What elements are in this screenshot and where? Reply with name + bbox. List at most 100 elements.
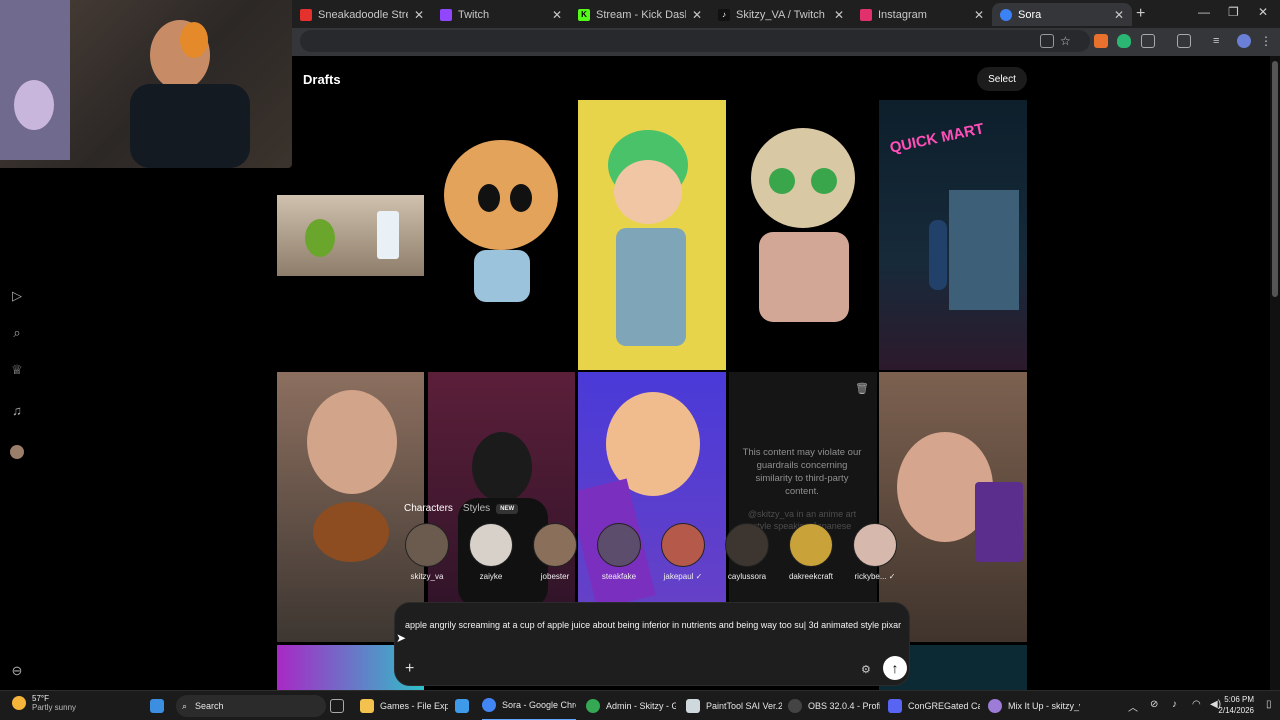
- instagram-icon: [860, 8, 872, 21]
- clock-time: 5:06 PM: [1224, 695, 1254, 704]
- man-face: [307, 390, 397, 494]
- tab-twitch[interactable]: Twitch ✕: [432, 3, 570, 26]
- weather-widget[interactable]: 57°F Partly sunny: [12, 694, 76, 712]
- page-title: Drafts: [303, 72, 341, 87]
- taskbar-app-discord[interactable]: ConGREGated Cast: [888, 691, 980, 720]
- quick-mart-neon-sign: QUICK MART: [888, 120, 986, 157]
- notifications-bell-icon[interactable]: ♫: [10, 404, 24, 418]
- close-window-button[interactable]: ✕: [1258, 5, 1268, 19]
- search-icon[interactable]: ⌕: [10, 326, 24, 340]
- network-off-icon[interactable]: ⊘: [1150, 699, 1158, 710]
- character-name: dakreekcraft: [788, 572, 834, 581]
- prompt-composer: apple angrily screaming at a cup of appl…: [394, 602, 910, 686]
- close-tab-icon[interactable]: ✕: [414, 8, 424, 22]
- microphone-icon[interactable]: ♪: [1172, 699, 1177, 710]
- tab-instagram[interactable]: Instagram ✕: [852, 3, 992, 26]
- new-tab-button[interactable]: +: [1136, 5, 1145, 23]
- taskbar-app-photos[interactable]: [455, 691, 471, 720]
- menu-kebab-icon[interactable]: ⋮: [1260, 34, 1274, 48]
- extension-icon[interactable]: [1094, 34, 1108, 48]
- notification-icon[interactable]: ▯: [1266, 699, 1272, 710]
- minimize-button[interactable]: —: [1198, 5, 1210, 19]
- photos-icon: [455, 699, 469, 713]
- draft-video-quick-mart[interactable]: QUICK MART: [879, 100, 1027, 370]
- character-avatar: [789, 523, 833, 567]
- character-name: rickybe... ✓: [845, 572, 905, 581]
- close-tab-icon[interactable]: ✕: [1114, 8, 1124, 22]
- tab-sora[interactable]: Sora ✕: [992, 3, 1132, 26]
- taskbar-app-mixitup[interactable]: Mix It Up - skitzy_v: [988, 691, 1080, 720]
- character-avatar: [661, 523, 705, 567]
- taskbar-app-obs[interactable]: OBS 32.0.4 - Profile: [788, 691, 880, 720]
- send-button[interactable]: ↑: [883, 656, 907, 680]
- draft-video-elf[interactable]: [578, 100, 726, 370]
- character-jobester[interactable]: jobester: [525, 523, 585, 581]
- media-controls-icon[interactable]: ≡: [1213, 34, 1227, 48]
- character-rickybe[interactable]: rickybe... ✓: [845, 523, 905, 581]
- owl-head: [751, 128, 855, 228]
- side-panel-icon[interactable]: [1177, 34, 1191, 48]
- apple-character: [305, 219, 335, 257]
- character-caylussora[interactable]: caylussora: [717, 523, 777, 581]
- character-jakepaul[interactable]: jakepaul ✓: [653, 523, 713, 581]
- twitch-icon: [440, 8, 452, 21]
- taskbar-app-admin-chrome[interactable]: Admin - Skitzy - G: [586, 691, 676, 720]
- trash-icon[interactable]: 🗑: [855, 382, 869, 395]
- tab-styles[interactable]: Styles: [463, 503, 490, 514]
- character-avatar: [533, 523, 577, 567]
- tab-title: Sora: [1018, 8, 1042, 21]
- draft-video-owl[interactable]: [729, 100, 877, 370]
- character-steakfake[interactable]: steakfake: [589, 523, 649, 581]
- draft-video-burger[interactable]: [277, 372, 424, 642]
- profile-avatar[interactable]: [1237, 34, 1251, 48]
- character-dakreekcraft[interactable]: dakreekcraft: [781, 523, 841, 581]
- prompt-input[interactable]: apple angrily screaming at a cup of appl…: [405, 618, 905, 632]
- tab-youtube[interactable]: Sneakadoodle Stream - Yo ✕: [292, 3, 432, 26]
- bookmark-star-icon[interactable]: ☆: [1060, 34, 1074, 48]
- wifi-icon[interactable]: ◠: [1192, 699, 1201, 710]
- shield-extension-icon[interactable]: [1117, 34, 1131, 48]
- kick-icon: K: [578, 8, 590, 21]
- profile-avatar[interactable]: [10, 445, 24, 459]
- draft-video-apple-juice[interactable]: [277, 195, 424, 276]
- close-tab-icon[interactable]: ✕: [692, 8, 702, 22]
- tab-kick[interactable]: K Stream - Kick Dashboard ✕: [570, 3, 710, 26]
- more-options-icon[interactable]: ⊖: [10, 664, 24, 678]
- select-button[interactable]: Select: [977, 67, 1027, 91]
- draft-video-cheerful-man[interactable]: [879, 372, 1027, 642]
- sora-icon: [1000, 8, 1012, 21]
- scrollbar-thumb[interactable]: [1272, 61, 1278, 297]
- character-skitzy-va[interactable]: skitzy_va: [397, 523, 457, 581]
- headphones: [180, 22, 208, 58]
- character-name: jakepaul ✓: [653, 572, 713, 581]
- draft-video-bear[interactable]: [428, 100, 575, 370]
- bear-eye: [478, 184, 500, 212]
- taskbar-search[interactable]: ⌕ Search: [176, 695, 326, 717]
- address-bar[interactable]: [300, 30, 1090, 52]
- video-library-icon[interactable]: ▷: [10, 289, 24, 303]
- extensions-puzzle-icon[interactable]: [1141, 34, 1155, 48]
- close-tab-icon[interactable]: ✕: [552, 8, 562, 22]
- start-button[interactable]: [150, 691, 168, 720]
- system-clock[interactable]: 5:06 PM 2/14/2026: [1218, 694, 1254, 716]
- close-tab-icon[interactable]: ✕: [974, 8, 984, 22]
- tray-chevron-icon[interactable]: ︿: [1128, 699, 1138, 714]
- overalls: [616, 228, 686, 346]
- tab-title: Stream - Kick Dashboard: [596, 8, 686, 21]
- tab-characters[interactable]: Characters: [404, 503, 453, 514]
- page-scrollbar[interactable]: [1270, 56, 1280, 690]
- taskbar-app-sora-chrome[interactable]: Sora - Google Chro: [482, 691, 576, 720]
- maximize-button[interactable]: ❐: [1228, 5, 1239, 19]
- taskbar-app-painttool[interactable]: PaintTool SAI Ver.2: [686, 691, 782, 720]
- close-tab-icon[interactable]: ✕: [834, 8, 844, 22]
- settings-sliders-icon[interactable]: ⚙: [861, 663, 871, 676]
- folder-icon: [360, 699, 374, 713]
- trophy-icon[interactable]: ♕: [10, 363, 24, 377]
- youtube-icon: [300, 8, 312, 21]
- character-zaiyke[interactable]: zaiyke: [461, 523, 521, 581]
- taskbar-app-file-explorer[interactable]: Games - File Expl: [360, 691, 448, 720]
- tab-tiktok[interactable]: ♪ Skitzy_VA / Twitch and You ✕: [710, 3, 852, 26]
- install-app-icon[interactable]: [1040, 34, 1054, 48]
- add-media-button[interactable]: +: [405, 660, 414, 678]
- task-view-button[interactable]: [330, 691, 346, 720]
